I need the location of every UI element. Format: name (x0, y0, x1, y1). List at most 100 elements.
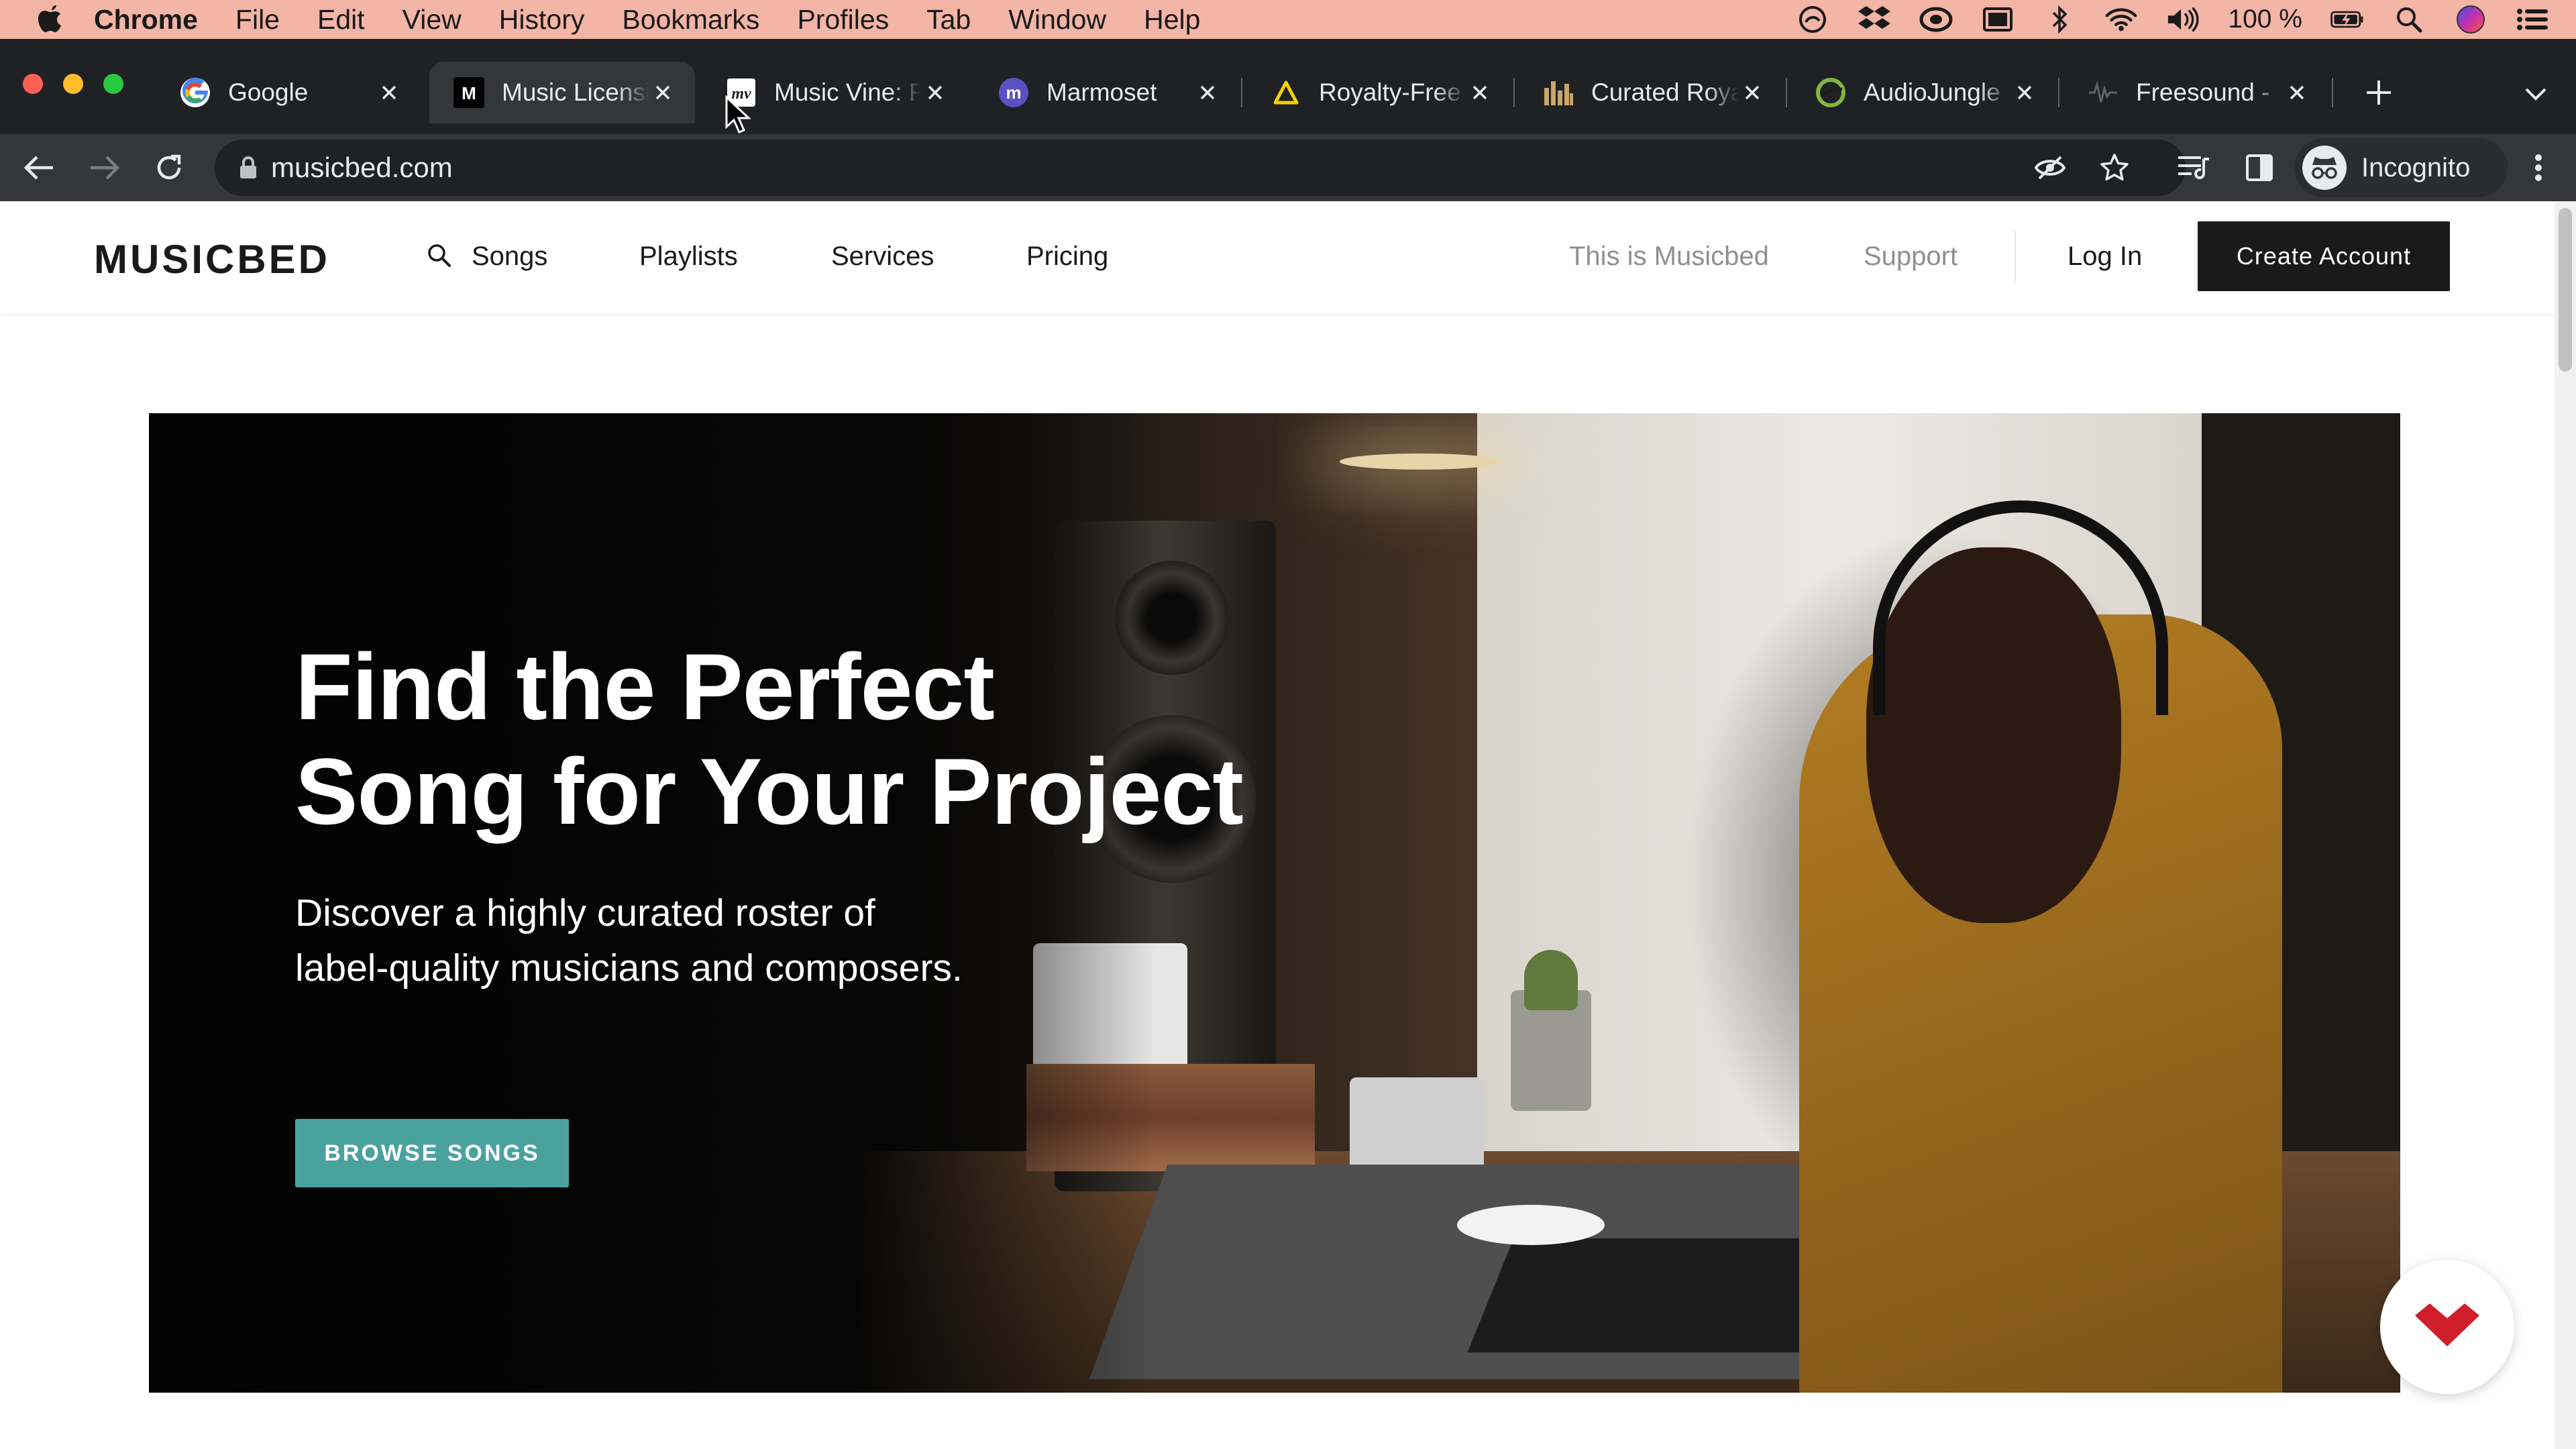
menu-file[interactable]: File (235, 4, 280, 36)
address-bar[interactable]: musicbed.com (215, 140, 2186, 196)
svg-text:M: M (462, 83, 476, 103)
incognito-icon (2302, 146, 2347, 190)
tab-curated-royalty[interactable]: Curated Royalty (1519, 62, 1784, 123)
tab-search-chevron-icon[interactable] (2517, 75, 2555, 113)
control-center-icon[interactable] (2516, 5, 2549, 34)
window-close-button[interactable] (23, 74, 43, 94)
menu-history[interactable]: History (499, 4, 585, 36)
tab-google[interactable]: Google (156, 62, 421, 123)
tab-close-icon[interactable] (1736, 76, 1768, 109)
nav-services[interactable]: Services (831, 241, 934, 272)
new-tab-plus-icon[interactable] (2359, 72, 2399, 113)
web-page: MUSICBED Songs Playlists Services Pricin… (0, 201, 2576, 1449)
tab-separator (1786, 78, 1787, 107)
macos-menubar: Chrome File Edit View History Bookmarks … (0, 0, 2576, 39)
reading-list-icon[interactable] (2174, 148, 2214, 188)
menu-edit[interactable]: Edit (317, 4, 365, 36)
page-scrollbar-thumb[interactable] (2559, 208, 2572, 372)
forward-arrow-icon[interactable] (85, 148, 125, 188)
battery-percent: 100 % (2228, 5, 2302, 34)
bars-icon (1543, 77, 1574, 108)
menu-bookmarks[interactable]: Bookmarks (622, 4, 759, 36)
lock-icon[interactable] (239, 154, 259, 181)
hero-banner: Find the Perfect Song for Your Project D… (149, 413, 2400, 1393)
log-in-link[interactable]: Log In (2068, 241, 2142, 272)
chrome-menu-kebab-icon[interactable] (2518, 148, 2559, 188)
tab-audiojungle[interactable]: AudioJungle (1791, 62, 2057, 123)
artlist-icon (1271, 77, 1301, 108)
hero-title-line2: Song for Your Project (295, 739, 1244, 844)
tab-music-licensing[interactable]: M Music Licensing (429, 62, 695, 123)
menu-view[interactable]: View (402, 4, 462, 36)
freesound-icon (2088, 77, 2118, 108)
mouse-cursor-icon (724, 95, 751, 134)
back-arrow-icon[interactable] (19, 148, 59, 188)
tab-separator (2332, 78, 2333, 107)
tab-title: AudioJungle (1864, 78, 2000, 106)
nav-support[interactable]: Support (1864, 241, 1957, 272)
tab-close-icon[interactable] (373, 76, 405, 109)
volume-icon[interactable] (2166, 5, 2200, 34)
create-account-button[interactable]: Create Account (2198, 221, 2450, 291)
reload-icon[interactable] (149, 148, 189, 188)
svg-text:m: m (1006, 83, 1021, 103)
bluetooth-icon[interactable] (2043, 5, 2076, 34)
tab-marmoset[interactable]: m Marmoset (974, 62, 1240, 123)
menu-app-name[interactable]: Chrome (94, 4, 198, 36)
tab-close-icon[interactable] (1464, 76, 1496, 109)
hero-subtitle-line1: Discover a highly curated roster of (295, 892, 875, 934)
menu-help[interactable]: Help (1144, 4, 1200, 36)
siri-icon[interactable] (2454, 5, 2487, 34)
search-icon[interactable] (427, 243, 453, 270)
tab-close-icon[interactable] (2281, 76, 2313, 109)
nav-pricing[interactable]: Pricing (1026, 241, 1108, 272)
spotlight-search-icon[interactable] (2392, 5, 2426, 34)
creative-cloud-icon[interactable] (1796, 5, 1829, 34)
screen-mirroring-icon[interactable] (1981, 5, 2015, 34)
dropbox-icon[interactable] (1858, 5, 1891, 34)
nav-this-is-musicbed[interactable]: This is Musicbed (1569, 241, 1769, 272)
musicbed-logo[interactable]: MUSICBED (94, 236, 330, 282)
nav-songs[interactable]: Songs (472, 241, 547, 272)
menu-window[interactable]: Window (1008, 4, 1106, 36)
tracking-blocked-eye-icon[interactable] (2030, 148, 2070, 188)
tab-close-icon[interactable] (919, 76, 951, 109)
hero-title: Find the Perfect Song for Your Project (295, 635, 1301, 844)
hero-subtitle: Discover a highly curated roster of labe… (295, 885, 1167, 996)
tab-freesound[interactable]: Freesound - (2063, 62, 2329, 123)
tab-separator (1513, 78, 1515, 107)
nav-divider (2015, 231, 2016, 282)
bookmark-star-icon[interactable] (2094, 148, 2135, 188)
tab-royalty-free[interactable]: Royalty-Free Music (1246, 62, 1512, 123)
window-zoom-button[interactable] (103, 74, 123, 94)
url-text[interactable]: musicbed.com (271, 152, 453, 184)
audiojungle-icon (1815, 77, 1846, 108)
marmoset-icon: m (998, 77, 1029, 108)
menu-profiles[interactable]: Profiles (797, 4, 889, 36)
tab-title: Royalty-Free Music (1319, 78, 1466, 106)
side-panel-icon[interactable] (2239, 148, 2279, 188)
google-icon (180, 77, 211, 108)
creative-cloud-app-icon[interactable] (1919, 5, 1953, 34)
wifi-icon[interactable] (2104, 5, 2138, 34)
apple-menu-icon[interactable] (36, 4, 64, 35)
musicbed-heart-logo-icon (2412, 1302, 2482, 1352)
chat-widget-button[interactable] (2380, 1260, 2514, 1394)
tab-title: Curated Royalty (1591, 78, 1739, 106)
tab-close-icon[interactable] (647, 76, 679, 109)
battery-charging-icon[interactable] (2330, 5, 2364, 34)
tab-close-icon[interactable] (2008, 76, 2041, 109)
page-scrollbar[interactable] (2555, 201, 2576, 1449)
musicbed-icon: M (453, 77, 484, 108)
tab-title: Marmoset (1046, 78, 1157, 106)
incognito-profile-button[interactable]: Incognito (2294, 138, 2508, 197)
menu-tab[interactable]: Tab (926, 4, 971, 36)
tab-title: Freesound - (2136, 78, 2270, 106)
menubar-tray: 100 % (1796, 0, 2549, 39)
tab-close-icon[interactable] (1191, 76, 1224, 109)
window-minimize-button[interactable] (63, 74, 83, 94)
browse-songs-button[interactable]: BROWSE SONGS (295, 1119, 569, 1187)
nav-playlists[interactable]: Playlists (639, 241, 738, 272)
tab-title: Music Vine: Royalty (774, 78, 922, 106)
tab-separator (2058, 78, 2059, 107)
